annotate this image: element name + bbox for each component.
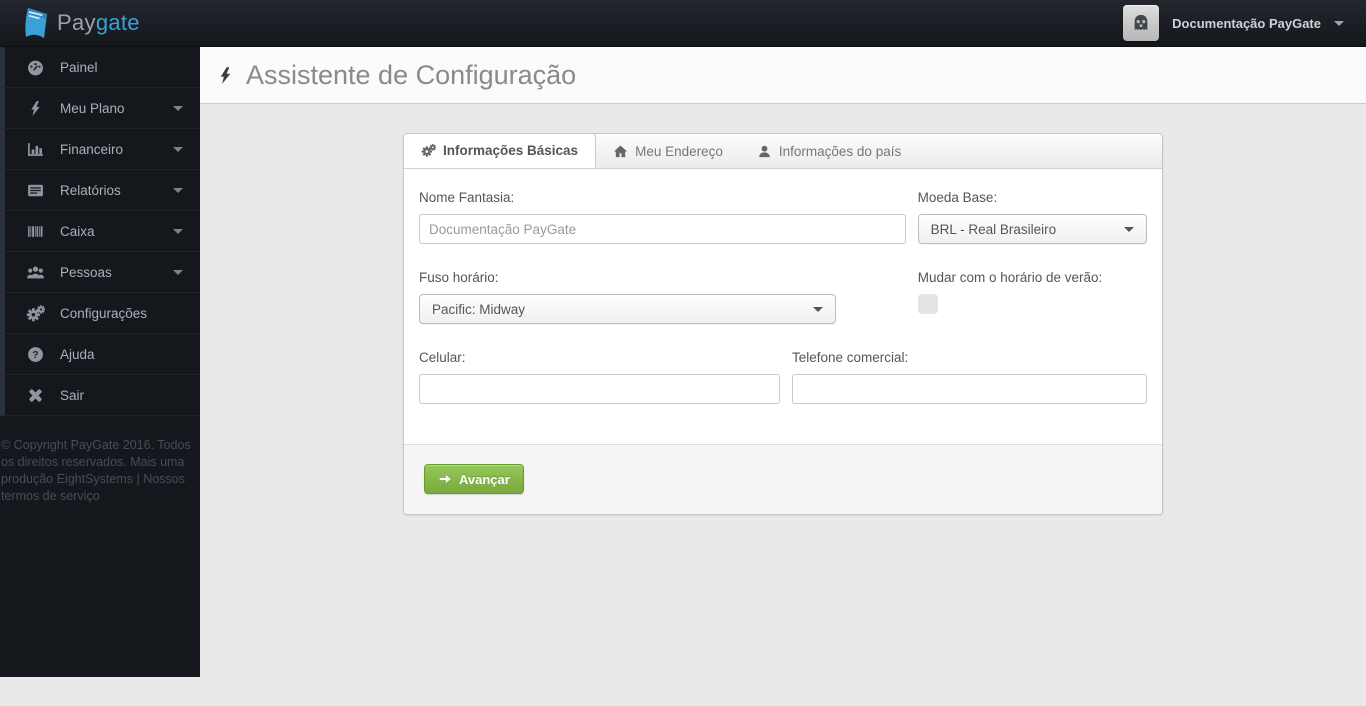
barcode-icon bbox=[22, 223, 48, 240]
sidebar-item-caixa[interactable]: Caixa bbox=[0, 211, 200, 252]
moeda-base-value: BRL - Real Brasileiro bbox=[930, 221, 1057, 237]
fuso-horario-select[interactable]: Pacific: Midway bbox=[419, 294, 836, 324]
sidebar-item-label: Meu Plano bbox=[60, 100, 125, 116]
sidebar-copyright: © Copyright PayGate 2016. Todos os direi… bbox=[1, 438, 191, 503]
chevron-down-icon bbox=[812, 306, 823, 312]
chevron-down-icon bbox=[173, 187, 183, 193]
chevron-down-icon bbox=[1124, 226, 1134, 232]
wizard-form: Nome Fantasia: Moeda Base: BRL - Real Br… bbox=[404, 169, 1162, 444]
page-header: Assistente de Configuração bbox=[200, 47, 1366, 104]
field-telefone-comercial: Telefone comercial: bbox=[791, 350, 1147, 404]
help-icon: ? bbox=[22, 346, 48, 363]
tab-meu-endereco[interactable]: Meu Endereço bbox=[596, 134, 740, 169]
avancar-button[interactable]: Avançar bbox=[424, 464, 524, 494]
chevron-down-icon bbox=[173, 146, 183, 152]
sidebar-item-painel[interactable]: Painel bbox=[0, 47, 200, 88]
chevron-down-icon bbox=[173, 105, 183, 111]
tachometer-icon bbox=[22, 59, 48, 76]
horario-verao-label: Mudar com o horário de verão: bbox=[917, 270, 1103, 285]
page-title: Assistente de Configuração bbox=[246, 59, 577, 90]
sidebar-item-pessoas[interactable]: Pessoas bbox=[0, 252, 200, 293]
brand-text: Paygate bbox=[57, 10, 140, 35]
sidebar-item-meu-plano[interactable]: Meu Plano bbox=[0, 88, 200, 129]
fuso-horario-value: Pacific: Midway bbox=[432, 301, 526, 317]
sidebar-item-label: Configurações bbox=[60, 305, 148, 321]
chevron-down-icon bbox=[173, 269, 183, 275]
moeda-base-select[interactable]: BRL - Real Brasileiro bbox=[917, 214, 1147, 244]
sidebar-item-label: Sair bbox=[60, 387, 85, 403]
sidebar-item-label: Pessoas bbox=[60, 264, 112, 280]
horario-verao-checkbox[interactable] bbox=[917, 294, 938, 314]
top-navbar: Paygate Documentação PayGate bbox=[0, 0, 1366, 47]
report-icon bbox=[22, 182, 48, 199]
tab-label: Informações Básicas bbox=[443, 143, 579, 158]
home-icon bbox=[613, 144, 628, 159]
sidebar: Painel Meu Plano Financeiro Relatórios C… bbox=[0, 47, 200, 677]
arrow-right-icon bbox=[438, 472, 452, 486]
sidebar-item-relatorios[interactable]: Relatórios bbox=[0, 170, 200, 211]
gears-icon bbox=[22, 304, 48, 322]
celular-input[interactable] bbox=[419, 374, 780, 404]
field-moeda-base: Moeda Base: BRL - Real Brasileiro bbox=[917, 190, 1147, 244]
sidebar-item-label: Relatórios bbox=[60, 182, 121, 198]
tab-informacoes-do-pais[interactable]: Informações do país bbox=[740, 134, 918, 169]
sidebar-item-label: Financeiro bbox=[60, 141, 124, 157]
field-fuso-horario: Fuso horário: Pacific: Midway bbox=[419, 270, 836, 324]
avancar-label: Avançar bbox=[459, 471, 510, 487]
users-icon bbox=[22, 264, 48, 281]
sidebar-item-label: Ajuda bbox=[60, 346, 95, 362]
moeda-base-label: Moeda Base: bbox=[917, 190, 998, 205]
field-celular: Celular: bbox=[419, 350, 780, 404]
telefone-comercial-label: Telefone comercial: bbox=[791, 350, 909, 365]
nome-fantasia-label: Nome Fantasia: bbox=[419, 190, 515, 205]
field-horario-verao: Mudar com o horário de verão: bbox=[917, 270, 1147, 324]
close-icon bbox=[22, 387, 48, 404]
wizard-panel: Informações Básicas Meu Endereço Informa… bbox=[403, 133, 1163, 515]
chevron-down-icon bbox=[173, 228, 183, 234]
sidebar-item-financeiro[interactable]: Financeiro bbox=[0, 129, 200, 170]
tab-label: Informações do país bbox=[778, 144, 902, 159]
bolt-icon bbox=[216, 62, 235, 89]
chevron-down-icon bbox=[1334, 20, 1344, 26]
celular-label: Celular: bbox=[419, 350, 466, 365]
main-area: Assistente de Configuração Informações B… bbox=[200, 47, 1366, 706]
bolt-icon bbox=[22, 100, 48, 117]
bar-chart-icon bbox=[22, 141, 48, 158]
nome-fantasia-input[interactable] bbox=[419, 214, 906, 244]
gears-icon bbox=[421, 143, 436, 158]
tab-informacoes-basicas[interactable]: Informações Básicas bbox=[403, 133, 597, 168]
field-nome-fantasia: Nome Fantasia: bbox=[419, 190, 906, 244]
telefone-comercial-input[interactable] bbox=[791, 374, 1147, 404]
sidebar-item-label: Painel bbox=[60, 59, 98, 75]
user-icon bbox=[757, 144, 772, 159]
svg-text:?: ? bbox=[32, 350, 38, 361]
sidebar-item-ajuda[interactable]: ? Ajuda bbox=[0, 334, 200, 375]
sidebar-item-configuracoes[interactable]: Configurações bbox=[0, 293, 200, 334]
wizard-footer: Avançar bbox=[404, 444, 1162, 514]
brand-logo[interactable]: Paygate bbox=[0, 6, 140, 40]
sidebar-item-label: Caixa bbox=[60, 223, 95, 239]
tab-bar: Informações Básicas Meu Endereço Informa… bbox=[403, 133, 1162, 169]
user-menu[interactable]: Documentação PayGate bbox=[1123, 5, 1366, 41]
content-area: Informações Básicas Meu Endereço Informa… bbox=[200, 133, 1366, 706]
user-menu-label: Documentação PayGate bbox=[1172, 15, 1321, 31]
tab-label: Meu Endereço bbox=[635, 144, 723, 159]
sidebar-item-sair[interactable]: Sair bbox=[0, 375, 200, 416]
fuso-horario-label: Fuso horário: bbox=[419, 270, 499, 285]
paygate-logo-icon bbox=[20, 6, 50, 40]
avatar[interactable] bbox=[1123, 5, 1160, 41]
